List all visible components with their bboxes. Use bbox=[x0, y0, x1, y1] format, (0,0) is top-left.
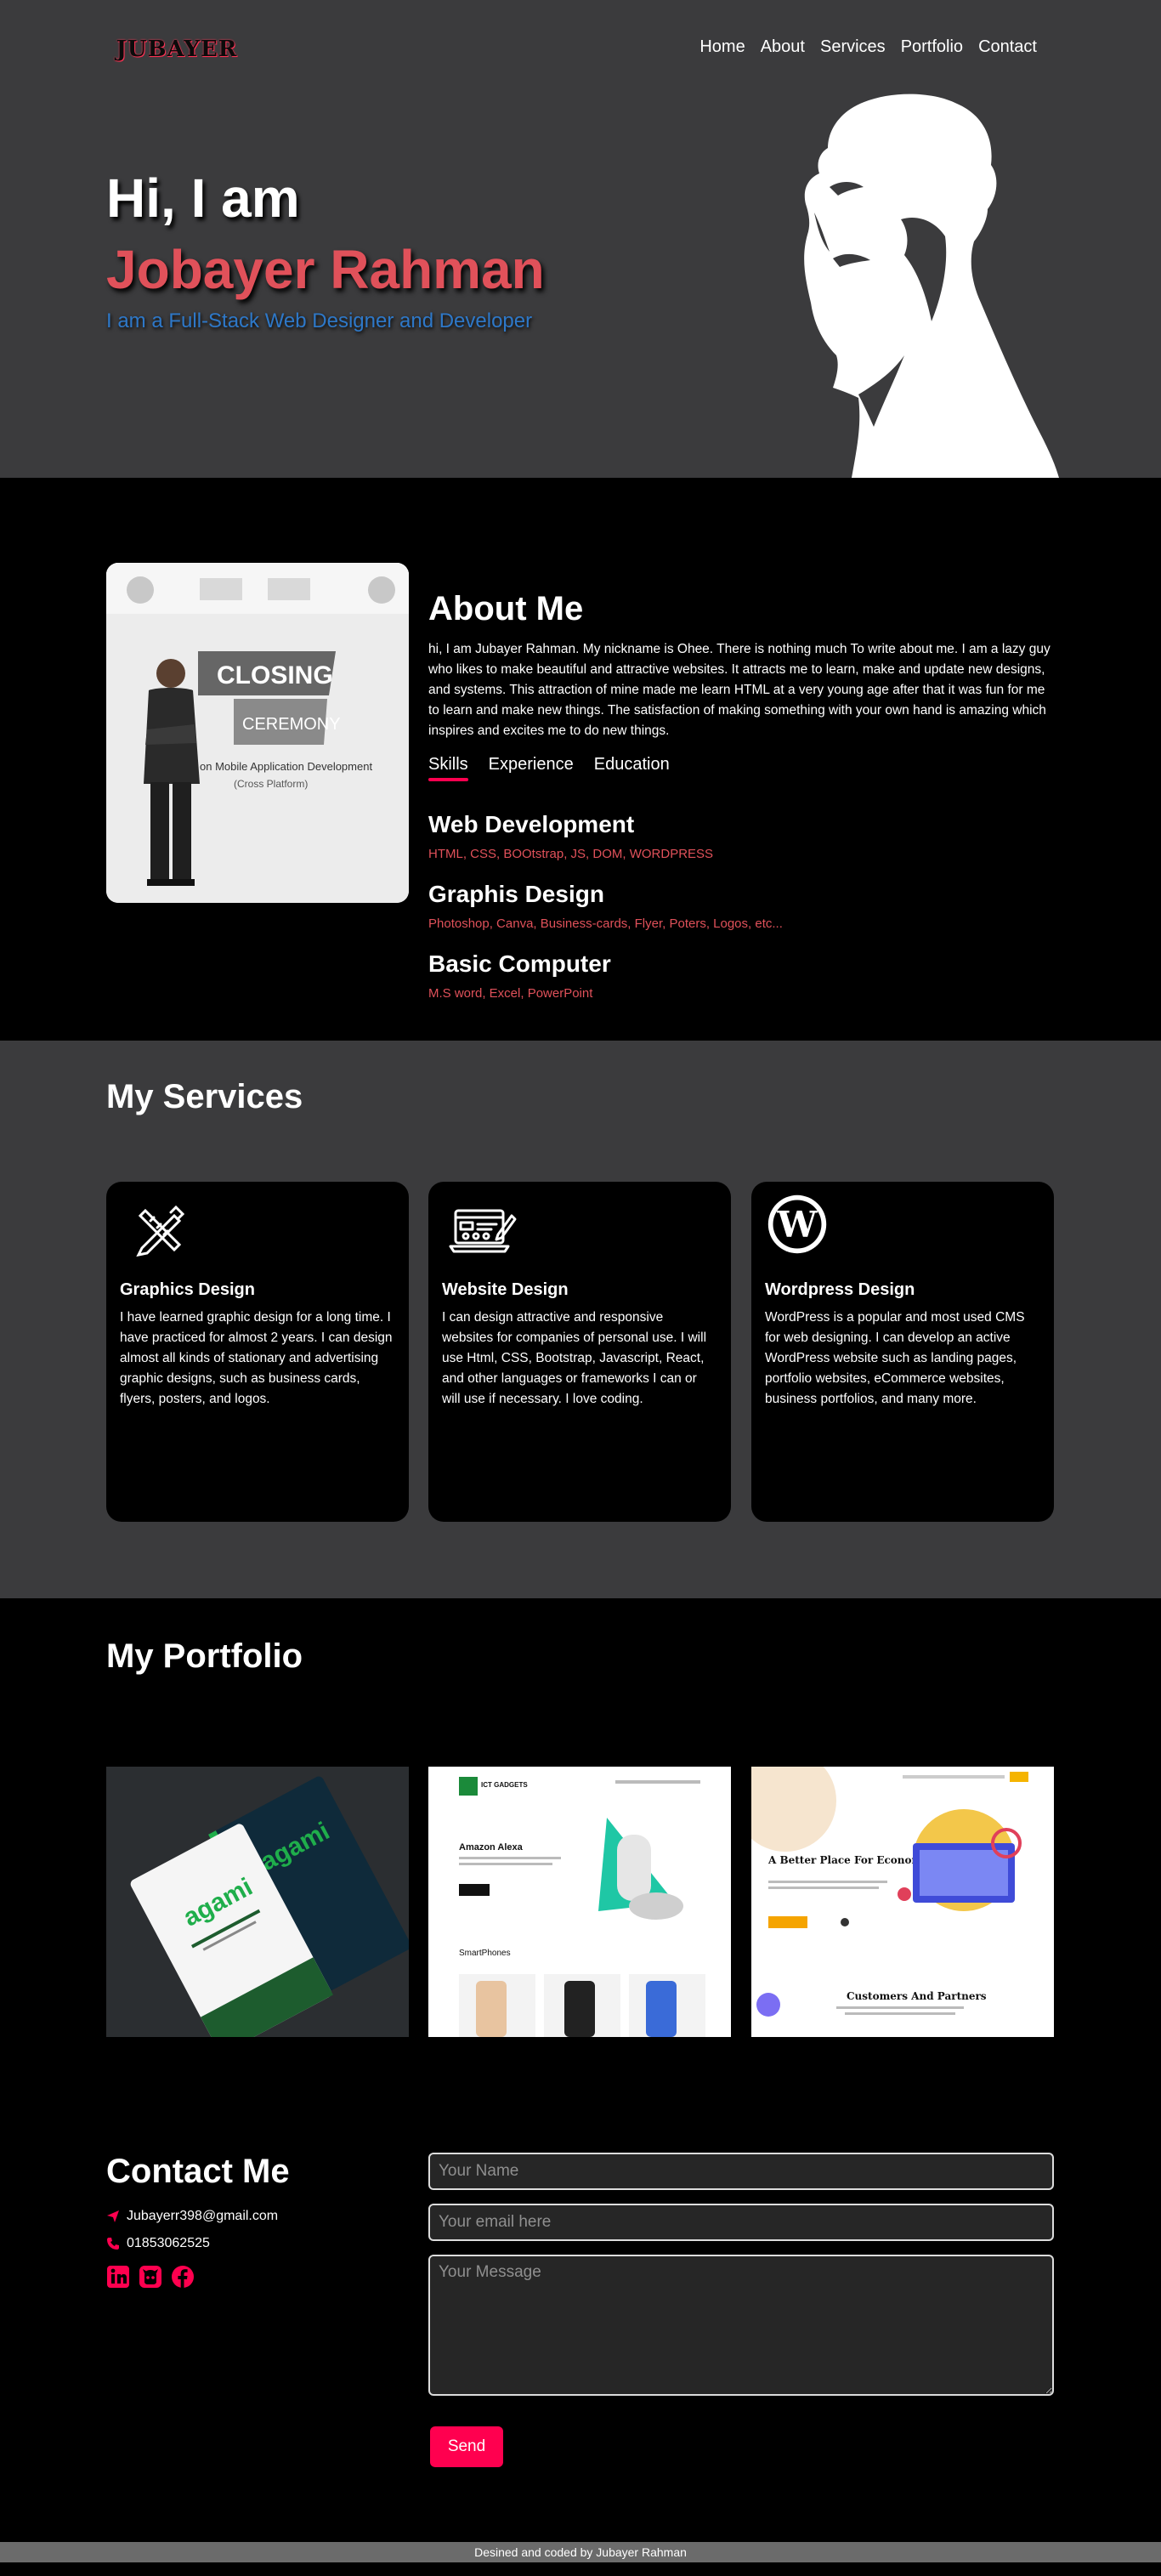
service-card-website: Website Design I can design attractive a… bbox=[428, 1182, 731, 1522]
site-logo[interactable]: JUBAYER bbox=[116, 36, 237, 63]
skill-desc: Photoshop, Canva, Business-cards, Flyer,… bbox=[428, 916, 783, 931]
nav-link-about[interactable]: About bbox=[761, 37, 805, 57]
about-tabs: Skills Experience Education bbox=[428, 755, 670, 781]
banner-main-text: CLOSING bbox=[217, 661, 333, 689]
service-card-graphics: Graphics Design I have learned graphic d… bbox=[106, 1182, 409, 1522]
shop-section: SmartPhones bbox=[459, 1949, 511, 1958]
contact-section: Contact Me Jubayerr398@gmail.com 0185306… bbox=[0, 2134, 1161, 2576]
nav-link-services[interactable]: Services bbox=[820, 37, 886, 57]
closing-ceremony-photo-image: CLOSING CEREMONY on Mobile Application D… bbox=[106, 563, 409, 903]
about-description: hi, I am Jubayer Rahman. My nickname is … bbox=[428, 642, 1051, 738]
skill-title: Basic Computer bbox=[428, 950, 611, 977]
github-icon[interactable] bbox=[139, 2265, 162, 2289]
business-card-mockup-image: agami agami bbox=[106, 1767, 409, 2037]
social-links bbox=[106, 2265, 195, 2289]
contact-title: Contact Me bbox=[106, 2153, 290, 2190]
shop-brand: ICT GADGETS bbox=[481, 1781, 528, 1789]
contact-phone-text[interactable]: 01853062525 bbox=[127, 2236, 210, 2251]
hero-section: JUBAYER Home About Services Portfolio Co… bbox=[0, 0, 1161, 478]
nav-link-portfolio[interactable]: Portfolio bbox=[901, 37, 963, 57]
website-design-icon bbox=[449, 1209, 517, 1253]
skill-item: Basic Computer M.S word, Excel, PowerPoi… bbox=[428, 950, 611, 1001]
nav-links: Home About Services Portfolio Contact bbox=[699, 37, 1037, 57]
about-title: About Me bbox=[428, 590, 584, 627]
service-title: Website Design bbox=[442, 1280, 569, 1299]
pencil-ruler-icon bbox=[136, 1205, 185, 1257]
services-title: My Services bbox=[106, 1078, 303, 1115]
svg-text:W: W bbox=[777, 1204, 818, 1245]
tab-education[interactable]: Education bbox=[594, 755, 670, 780]
paper-plane-icon bbox=[107, 2210, 119, 2222]
portfolio-section: My Portfolio agami agami ICT GADGETS Ama… bbox=[0, 1598, 1161, 2134]
skill-title: Graphis Design bbox=[428, 881, 604, 907]
facebook-icon[interactable] bbox=[171, 2265, 195, 2289]
banner-sub-text: CEREMONY bbox=[242, 715, 341, 734]
nav-link-contact[interactable]: Contact bbox=[978, 37, 1037, 57]
send-button[interactable]: Send bbox=[430, 2426, 503, 2467]
tab-experience[interactable]: Experience bbox=[489, 755, 574, 780]
service-desc: I have learned graphic design for a long… bbox=[120, 1310, 393, 1406]
dev-section: Customers And Partners bbox=[847, 1990, 987, 2002]
wordpress-icon: W bbox=[767, 1194, 827, 1254]
skill-item: Graphis Design Photoshop, Canva, Busines… bbox=[428, 881, 783, 931]
portfolio-title: My Portfolio bbox=[106, 1637, 303, 1675]
linkedin-icon[interactable] bbox=[106, 2265, 130, 2289]
developer-site-mockup-image: A Better Place For Economic Developer Cu… bbox=[751, 1767, 1054, 2037]
portfolio-item-developer-site[interactable]: A Better Place For Economic Developer Cu… bbox=[751, 1767, 1054, 2037]
service-title: Wordpress Design bbox=[765, 1280, 915, 1299]
skill-desc: M.S word, Excel, PowerPoint bbox=[428, 986, 593, 1001]
skill-title: Web Development bbox=[428, 811, 635, 837]
email-input[interactable] bbox=[428, 2204, 1054, 2241]
shop-headline: Amazon Alexa bbox=[459, 1842, 524, 1853]
phone-icon bbox=[107, 2238, 119, 2250]
about-section: CLOSING CEREMONY on Mobile Application D… bbox=[0, 478, 1161, 1041]
nav-link-home[interactable]: Home bbox=[699, 37, 745, 57]
contact-phone: 01853062525 bbox=[106, 2236, 210, 2251]
navbar: JUBAYER Home About Services Portfolio Co… bbox=[0, 0, 1161, 98]
name-input[interactable] bbox=[428, 2153, 1054, 2190]
service-title: Graphics Design bbox=[120, 1280, 255, 1299]
contact-email-text[interactable]: Jubayerr398@gmail.com bbox=[127, 2209, 278, 2224]
hero-name: Jobayer Rahman bbox=[106, 239, 545, 300]
banner-line-1: on Mobile Application Development bbox=[200, 760, 372, 773]
service-card-wordpress: W Wordpress Design WordPress is a popula… bbox=[751, 1182, 1054, 1522]
about-photo: CLOSING CEREMONY on Mobile Application D… bbox=[106, 563, 409, 903]
footer: Desined and coded by Jubayer Rahman bbox=[0, 2542, 1161, 2562]
message-input[interactable] bbox=[428, 2255, 1054, 2396]
profile-silhouette-image bbox=[804, 94, 1059, 478]
services-section: My Services Graphics Design I have learn… bbox=[0, 1041, 1161, 1598]
hero-greeting: Hi, I am bbox=[106, 167, 300, 229]
skill-desc: HTML, CSS, BOOtstrap, JS, DOM, WORDPRESS bbox=[428, 847, 714, 861]
tab-skills[interactable]: Skills bbox=[428, 755, 468, 781]
portfolio-item-ecommerce[interactable]: ICT GADGETS Amazon Alexa SmartPhones bbox=[428, 1767, 731, 2037]
service-desc: WordPress is a popular and most used CMS… bbox=[765, 1310, 1025, 1406]
skill-item: Web Development HTML, CSS, BOOtstrap, JS… bbox=[428, 811, 713, 861]
hero-tagline: I am a Full-Stack Web Designer and Devel… bbox=[106, 309, 533, 332]
service-desc: I can design attractive and responsive w… bbox=[442, 1310, 707, 1406]
banner-line-2: (Cross Platform) bbox=[234, 778, 308, 790]
contact-email: Jubayerr398@gmail.com bbox=[106, 2209, 278, 2224]
ecommerce-site-mockup-image: ICT GADGETS Amazon Alexa SmartPhones bbox=[428, 1767, 731, 2037]
portfolio-item-business-card[interactable]: agami agami bbox=[106, 1767, 409, 2037]
